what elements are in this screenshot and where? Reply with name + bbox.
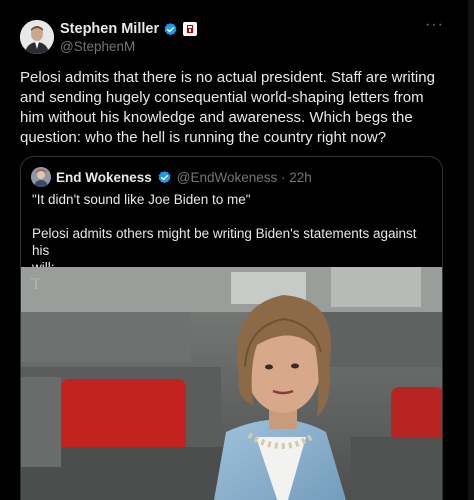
tweet-text-line: question: who the hell is running the co…	[20, 129, 387, 146]
verified-badge-icon	[157, 170, 172, 185]
tweet-text-line: him without his knowledge and awareness.…	[20, 109, 413, 126]
quoted-text-line: Pelosi admits others might be writing Bi…	[32, 226, 417, 258]
tweet-text-line: and sending hugely consequential world-s…	[20, 89, 424, 106]
quoted-avatar-photo	[31, 167, 51, 187]
avatar-photo	[20, 20, 54, 54]
tweet[interactable]: Stephen Miller @StephenM ··· Pelosi admi…	[0, 0, 474, 500]
author-handle[interactable]: @StephenM	[60, 39, 135, 54]
quoted-author-avatar[interactable]	[31, 167, 51, 187]
quoted-text-line: "It didn't sound like Joe Biden to me"	[32, 192, 251, 207]
quoted-tweet[interactable]: End Wokeness @EndWokeness · 22h "It didn…	[20, 156, 443, 500]
author-name-row: Stephen Miller	[60, 21, 198, 37]
scrollbar[interactable]	[468, 0, 474, 500]
tweet-text: Pelosi admits that there is no actual pr…	[20, 68, 460, 148]
quoted-tweet-text: "It didn't sound like Joe Biden to me" P…	[32, 191, 432, 276]
quoted-author-name[interactable]: End Wokeness	[56, 170, 152, 185]
quoted-video-thumbnail[interactable]: T	[21, 267, 442, 500]
author-avatar[interactable]	[20, 20, 54, 54]
more-options-icon[interactable]: ···	[425, 16, 444, 34]
author-name[interactable]: Stephen Miller	[60, 21, 159, 37]
interview-image: T	[21, 267, 442, 500]
verified-badge-icon	[163, 22, 178, 37]
watermark: T	[31, 276, 41, 293]
tweet-text-line: Pelosi admits that there is no actual pr…	[20, 69, 435, 86]
quoted-tweet-header: End Wokeness @EndWokeness · 22h	[31, 167, 312, 187]
affiliation-badge-icon	[183, 22, 198, 36]
quoted-author-handle[interactable]: @EndWokeness · 22h	[177, 170, 312, 185]
